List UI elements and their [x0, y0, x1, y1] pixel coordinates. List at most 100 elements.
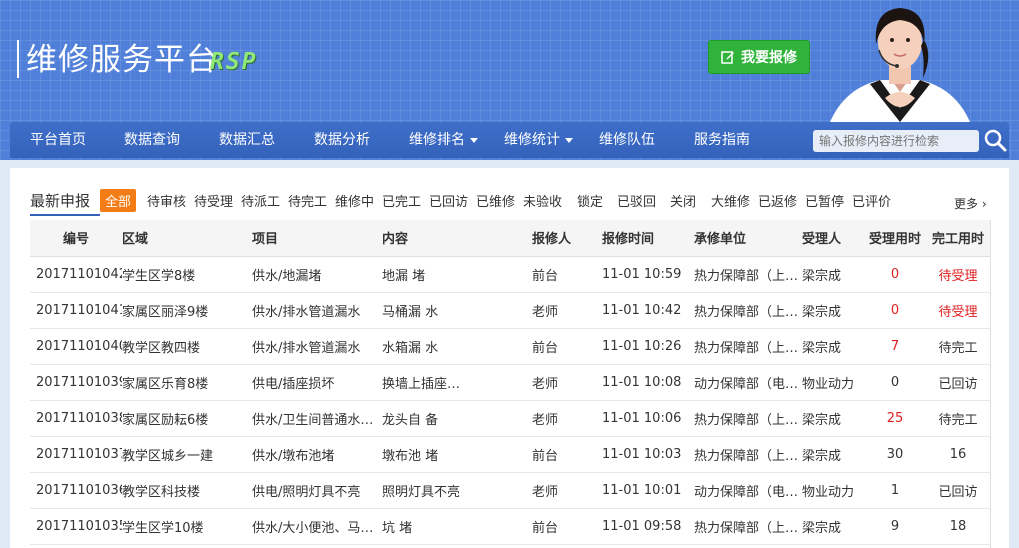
cell-accept-time: 0: [864, 364, 926, 401]
cell-accept-time: 0: [864, 292, 926, 329]
nav-item-service-guide[interactable]: 服务指南: [694, 122, 750, 158]
cell-report-time: 11-01 10:01: [602, 472, 694, 509]
filter-major-repair[interactable]: 大维修: [711, 191, 750, 210]
cell-item: 供水/地漏堵: [252, 256, 382, 293]
section-title: 最新申报: [30, 192, 91, 210]
table-header-row: 编号 区域 项目 内容 报修人 报修时间 承修单位 受理人 受理用时 完工用时: [30, 220, 990, 257]
table-row[interactable]: 20171101042 学生区学8楼 供水/地漏堵 地漏 堵前台 11-01 10:59…: [30, 256, 990, 293]
table-row[interactable]: 20171101040 教学区教四楼 供水/排水管道漏水 水箱漏 水前台 11-01 1…: [30, 328, 990, 365]
cell-finish-time: 已回访: [926, 472, 990, 509]
cell-area: 学生区学10楼: [122, 508, 252, 545]
cell-content: 龙头自 备: [382, 400, 532, 437]
filter-closed[interactable]: 关闭: [670, 191, 696, 210]
cell-content: 马桶漏 水: [382, 292, 532, 329]
cell-id: 20171101040: [30, 328, 122, 365]
cell-content: 坑 堵: [382, 508, 532, 545]
cell-repair-unit: 热力保障部（上…: [694, 508, 802, 545]
filter-rated[interactable]: 已评价: [852, 191, 891, 210]
nav-item-data-analysis[interactable]: 数据分析: [314, 122, 370, 158]
cell-repair-unit: 热力保障部（上…: [694, 400, 802, 437]
reports-table: 编号 区域 项目 内容 报修人 报修时间 承修单位 受理人 受理用时 完工用时 …: [30, 220, 990, 545]
filter-pending-dispatch[interactable]: 待派工: [241, 191, 280, 210]
nav-item-data-summary[interactable]: 数据汇总: [219, 122, 275, 158]
filter-pending-finish[interactable]: 待完工: [288, 191, 327, 210]
filter-all[interactable]: 全部: [100, 189, 137, 212]
search-icon[interactable]: [982, 127, 1008, 153]
cell-handler: 梁宗成: [802, 400, 864, 437]
filter-revisited[interactable]: 已回访: [429, 191, 468, 210]
cell-content: 墩布池 堵: [382, 436, 532, 473]
section-title-underline: [30, 214, 100, 216]
cell-item: 供电/照明灯具不亮: [252, 472, 382, 509]
cell-reporter: 老师: [532, 364, 602, 401]
cell-repair-unit: 热力保障部（上…: [694, 328, 802, 365]
cell-handler: 梁宗成: [802, 328, 864, 365]
table-row[interactable]: 20171101038 家属区励耘6楼 供水/卫生间普通水… 龙头自 备老师 11-01…: [30, 400, 990, 437]
more-link[interactable]: 更多 ›: [954, 195, 987, 212]
cell-finish-time: 待完工: [926, 400, 990, 437]
cell-content: 水箱漏 水: [382, 328, 532, 365]
col-finish-time: 完工用时: [926, 220, 990, 257]
cell-repair-unit: 动力保障部（电…: [694, 472, 802, 509]
cell-id: 20171101036: [30, 472, 122, 509]
nav-item-repair-stats[interactable]: 维修统计: [504, 122, 573, 158]
table-row[interactable]: 20171101036 教学区科技楼 供电/照明灯具不亮 照明灯具不亮 老师 11-01 …: [30, 472, 990, 509]
table-row[interactable]: 20171101037 教学区城乡一建 供水/墩布池堵 墩布池 堵前台 11-01 10…: [30, 436, 990, 473]
filter-pending-review[interactable]: 待审核: [147, 191, 186, 210]
cell-accept-time: 0: [864, 256, 926, 293]
cell-area: 学生区学8楼: [122, 256, 252, 293]
cell-report-time: 11-01 10:42: [602, 292, 694, 329]
filter-not-accepted[interactable]: 未验收: [523, 191, 562, 210]
caret-down-icon: [565, 137, 573, 143]
filter-rejected[interactable]: 已驳回: [617, 191, 656, 210]
table-row[interactable]: 20171101041 家属区丽泽9楼 供水/排水管道漏水 马桶漏 水老师 11-01 …: [30, 292, 990, 329]
cell-accept-time: 30: [864, 436, 926, 473]
cell-finish-time: 16: [926, 436, 990, 473]
cell-repair-unit: 热力保障部（上…: [694, 256, 802, 293]
search-input[interactable]: [813, 130, 979, 152]
col-area: 区域: [122, 220, 252, 257]
nav-item-data-query[interactable]: 数据查询: [124, 122, 180, 158]
cell-reporter: 前台: [532, 328, 602, 365]
cell-accept-time: 1: [864, 472, 926, 509]
cell-content: 照明灯具不亮: [382, 472, 532, 509]
cell-area: 教学区教四楼: [122, 328, 252, 365]
filter-locked[interactable]: 锁定: [577, 191, 603, 210]
customer-service-avatar: [830, 8, 970, 122]
cell-handler: 梁宗成: [802, 292, 864, 329]
nav-item-repair-team[interactable]: 维修队伍: [599, 122, 655, 158]
cell-handler: 梁宗成: [802, 436, 864, 473]
nav-item-repair-ranking[interactable]: 维修排名: [409, 122, 478, 158]
col-repair-unit: 承修单位: [694, 220, 802, 257]
table-row[interactable]: 20171101035 学生区学10楼 供水/大小便池、马… 坑 堵前台 11-01 0…: [30, 508, 990, 545]
filter-in-repair[interactable]: 维修中: [335, 191, 374, 210]
col-item: 项目: [252, 220, 382, 257]
table-row[interactable]: 20171101039 家属区乐育8楼 供电/插座损坏 换墙上插座… 老师 11-01 1…: [30, 364, 990, 401]
col-reporter: 报修人: [532, 220, 602, 257]
cell-finish-time: 已回访: [926, 364, 990, 401]
filter-re-repaired[interactable]: 已返修: [758, 191, 797, 210]
cell-repair-unit: 热力保障部（上…: [694, 436, 802, 473]
nav-item-home[interactable]: 平台首页: [30, 122, 86, 158]
cell-reporter: 前台: [532, 508, 602, 545]
filter-paused[interactable]: 已暂停: [805, 191, 844, 210]
caret-down-icon: [470, 137, 478, 143]
filter-repaired[interactable]: 已维修: [476, 191, 515, 210]
col-id: 编号: [30, 220, 122, 257]
cell-content: 换墙上插座…: [382, 364, 532, 401]
cell-report-time: 11-01 10:08: [602, 364, 694, 401]
cell-finish-time: 18: [926, 508, 990, 545]
cell-report-time: 11-01 10:59: [602, 256, 694, 293]
cell-item: 供水/墩布池堵: [252, 436, 382, 473]
cell-item: 供水/卫生间普通水…: [252, 400, 382, 437]
filter-finished[interactable]: 已完工: [382, 191, 421, 210]
cell-accept-time: 7: [864, 328, 926, 365]
edit-icon: [721, 51, 734, 64]
cell-handler: 梁宗成: [802, 256, 864, 293]
cell-report-time: 11-01 10:06: [602, 400, 694, 437]
cell-repair-unit: 热力保障部（上…: [694, 292, 802, 329]
report-repair-button[interactable]: 我要报修: [708, 40, 810, 74]
filter-pending-accept[interactable]: 待受理: [194, 191, 233, 210]
cell-reporter: 老师: [532, 400, 602, 437]
cell-item: 供电/插座损坏: [252, 364, 382, 401]
